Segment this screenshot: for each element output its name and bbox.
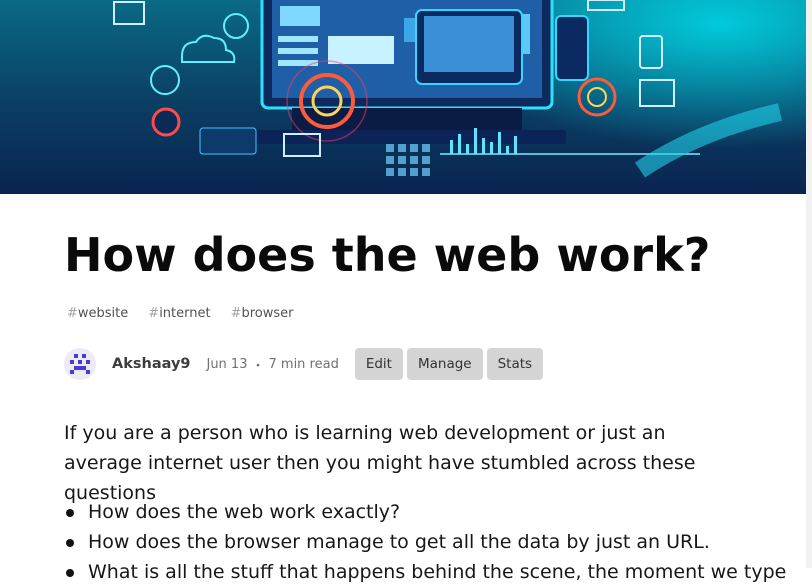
list-item: What is all the stuff that happens behin… <box>64 557 786 587</box>
avatar-identicon-icon <box>64 348 96 380</box>
read-time: 7 min read <box>268 356 339 372</box>
avatar[interactable] <box>64 348 96 380</box>
list-item: How does the web work exactly? <box>64 497 784 527</box>
web-illustration <box>113 0 782 178</box>
tag-browser[interactable]: #browser <box>228 306 297 321</box>
question-list: How does the web work exactly? How does … <box>64 497 786 587</box>
tag-label: website <box>77 306 129 321</box>
publish-date: Jun 13 <box>206 356 248 372</box>
article-meta: Akshaay9 Jun 13 ・ 7 min read Edit Manage… <box>64 347 544 381</box>
tag-hash: # <box>230 306 242 321</box>
article-title: How does the web work? <box>64 228 711 282</box>
author-name[interactable]: Akshaay9 <box>112 356 190 372</box>
manage-button[interactable]: Manage <box>406 348 483 380</box>
intro-paragraph: If you are a person who is learning web … <box>64 422 696 504</box>
tag-label: browser <box>241 306 294 321</box>
tag-list: #website #internet #browser <box>64 306 297 321</box>
cover-image <box>0 0 806 194</box>
stats-button[interactable]: Stats <box>486 348 544 380</box>
meta-separator: ・ <box>251 358 265 374</box>
scrollbar[interactable] <box>806 0 812 568</box>
edit-button[interactable]: Edit <box>354 348 403 380</box>
list-item: How does the browser manage to get all t… <box>64 527 784 557</box>
tag-hash: # <box>148 306 160 321</box>
tag-internet[interactable]: #internet <box>145 306 213 321</box>
tag-label: internet <box>159 306 211 321</box>
tag-hash: # <box>67 306 78 321</box>
tag-website[interactable]: #website <box>64 306 131 321</box>
